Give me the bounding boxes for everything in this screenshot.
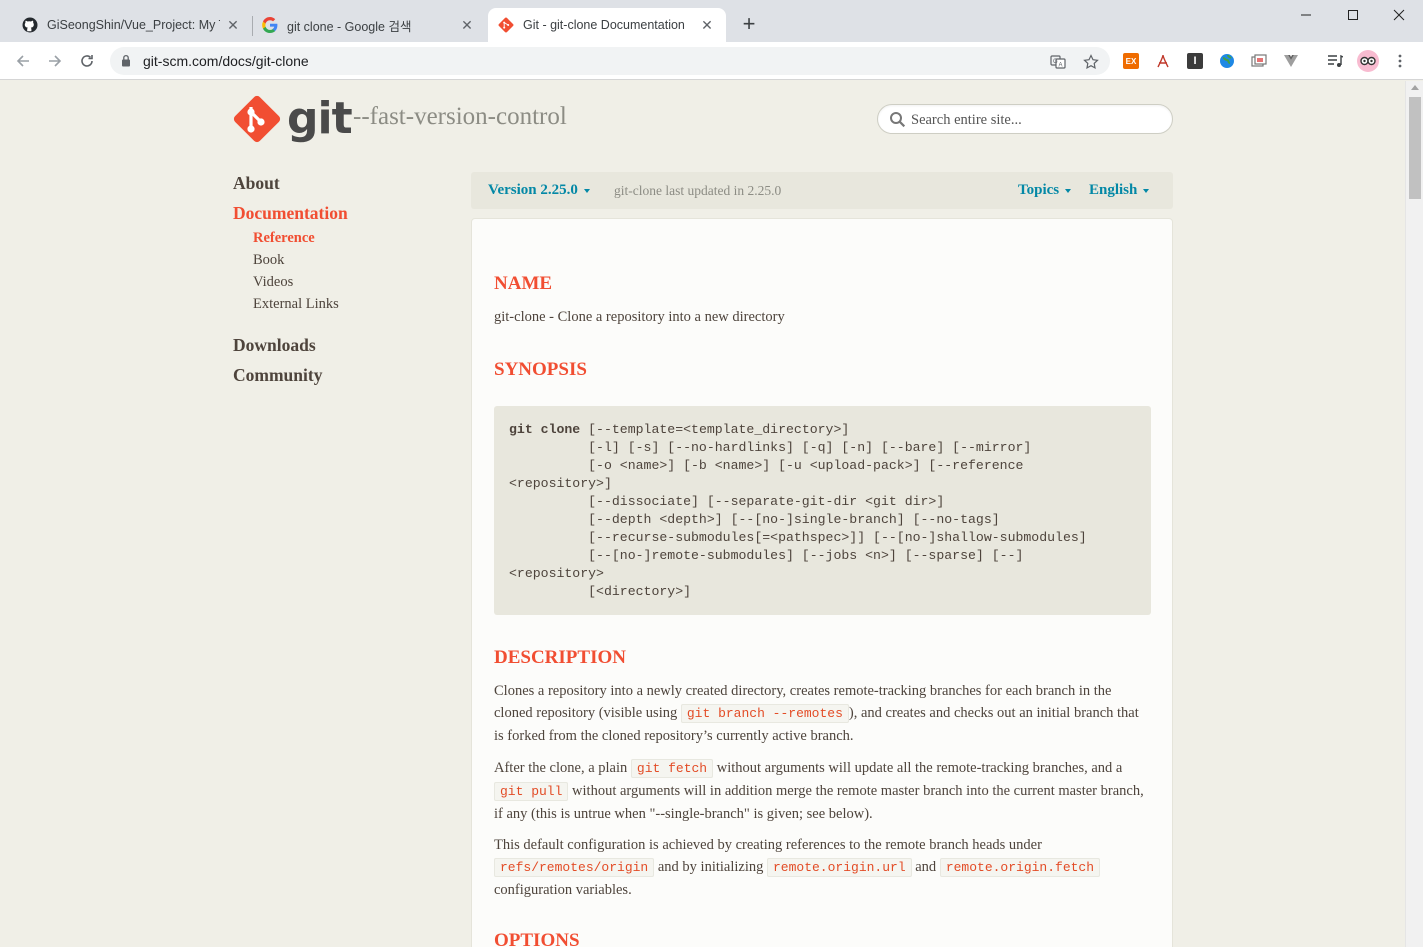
page-scrollbar[interactable] xyxy=(1405,81,1423,947)
site-search-input[interactable]: Search entire site... xyxy=(877,104,1173,134)
sidebar-item-about[interactable]: About xyxy=(233,173,280,194)
lock-icon xyxy=(121,54,131,72)
maximize-button[interactable] xyxy=(1330,0,1376,30)
topics-dropdown[interactable]: Topics xyxy=(1018,182,1072,199)
paragraph-text: configuration variables. xyxy=(494,882,632,898)
git-logo-icon xyxy=(233,95,281,143)
caret-down-icon xyxy=(1143,188,1150,193)
reload-icon xyxy=(81,55,93,67)
sidebar-item-downloads[interactable]: Downloads xyxy=(233,335,316,356)
media-control-icon[interactable] xyxy=(1327,53,1343,69)
search-placeholder: Search entire site... xyxy=(911,112,1022,128)
back-button[interactable] xyxy=(11,49,35,73)
extension-ex-icon[interactable]: EX xyxy=(1123,53,1139,69)
forward-button[interactable] xyxy=(43,49,67,73)
paragraph-text: without arguments will in addition merge… xyxy=(494,783,1144,822)
synopsis-code-block: git clone [--template=<template_director… xyxy=(494,406,1151,615)
last-updated-text: git-clone last updated in 2.25.0 xyxy=(614,183,782,198)
address-bar[interactable]: git-scm.com/docs/git-clone GA xyxy=(110,47,1110,75)
section-heading-synopsis: SYNOPSIS xyxy=(494,359,587,380)
sidebar-item-book[interactable]: Book xyxy=(253,252,284,269)
arrow-right-icon xyxy=(49,55,62,67)
inline-code: git branch --remotes xyxy=(680,704,849,723)
description-paragraph-2: After the clone, a plain git fetch witho… xyxy=(494,757,1144,825)
close-window-icon xyxy=(1393,9,1405,21)
language-label: English xyxy=(1089,182,1138,198)
tab-title: GiSeongShin/Vue_Project: My To xyxy=(47,18,220,32)
description-paragraph-3: This default configuration is achieved b… xyxy=(494,834,1144,901)
paragraph-text: After the clone, a plain xyxy=(494,760,631,776)
tab-title: Git - git-clone Documentation xyxy=(523,18,685,32)
version-bar: Version 2.25.0 git-clone last updated in… xyxy=(471,172,1173,209)
tab-github[interactable]: GiSeongShin/Vue_Project: My To ✕ xyxy=(12,8,252,42)
translate-icon[interactable]: GA xyxy=(1049,53,1067,71)
description-paragraph-1: Clones a repository into a newly created… xyxy=(494,680,1144,747)
star-icon[interactable] xyxy=(1082,53,1100,71)
profile-avatar[interactable] xyxy=(1357,50,1379,72)
paragraph-text: and xyxy=(911,859,940,875)
inline-code: remote.origin.url xyxy=(767,858,912,877)
section-heading-description: DESCRIPTION xyxy=(494,647,626,668)
topics-label: Topics xyxy=(1018,182,1060,198)
version-dropdown[interactable]: Version 2.25.0 xyxy=(488,182,590,199)
name-description: git-clone - Clone a repository into a ne… xyxy=(494,309,785,325)
url-text: git-scm.com/docs/git-clone xyxy=(143,53,309,69)
reload-button[interactable] xyxy=(75,49,99,73)
globe-extension-icon[interactable] xyxy=(1219,53,1235,69)
section-heading-name: NAME xyxy=(494,273,553,294)
svg-text:A: A xyxy=(1059,63,1063,69)
version-label: Version 2.25.0 xyxy=(488,182,578,198)
menu-kebab-icon[interactable] xyxy=(1392,53,1408,69)
minimize-icon xyxy=(1301,14,1311,16)
tab-title: git clone - Google 검색 xyxy=(287,19,412,34)
close-icon[interactable]: ✕ xyxy=(458,16,476,34)
maximize-icon xyxy=(1348,10,1358,20)
close-icon[interactable]: ✕ xyxy=(698,16,716,34)
inline-code: refs/remotes/origin xyxy=(494,858,655,877)
minimize-button[interactable] xyxy=(1283,0,1329,30)
git-logo[interactable]: git xyxy=(233,93,353,144)
tab-google[interactable]: git clone - Google 검색 ✕ xyxy=(252,8,486,42)
sidebar-item-videos[interactable]: Videos xyxy=(253,274,293,291)
sidebar-item-reference[interactable]: Reference xyxy=(253,230,315,247)
inline-code: git pull xyxy=(494,782,569,801)
inline-code: git fetch xyxy=(630,759,714,778)
paragraph-text: and by initializing xyxy=(654,859,767,875)
new-tab-button[interactable]: + xyxy=(737,13,761,37)
tab-git-docs[interactable]: Git - git-clone Documentation ✕ xyxy=(488,8,726,42)
search-icon xyxy=(889,111,906,133)
sidebar-item-external-links[interactable]: External Links xyxy=(253,296,339,313)
paragraph-text: without arguments will update all the re… xyxy=(713,760,1123,776)
page-viewport: git --fast-version-control Search entire… xyxy=(0,81,1405,947)
git-wordmark: git xyxy=(287,93,353,144)
inline-code: remote.origin.fetch xyxy=(939,858,1101,877)
scrollbar-thumb[interactable] xyxy=(1409,97,1421,199)
github-icon xyxy=(22,17,38,33)
paragraph-text: This default configuration is achieved b… xyxy=(494,837,1042,853)
svg-text:G: G xyxy=(1053,59,1058,65)
window-extension-icon[interactable] xyxy=(1251,53,1267,69)
language-dropdown[interactable]: English xyxy=(1089,182,1150,199)
doc-content: NAME git-clone - Clone a repository into… xyxy=(471,218,1173,947)
arrow-left-icon xyxy=(16,55,29,67)
caret-down-icon xyxy=(1065,188,1072,193)
scroll-up-icon[interactable] xyxy=(1411,85,1419,90)
close-icon[interactable]: ✕ xyxy=(224,16,242,34)
synopsis-command: git clone xyxy=(509,422,581,437)
close-window-button[interactable] xyxy=(1376,0,1422,30)
google-icon xyxy=(262,17,278,33)
glasses-icon xyxy=(1360,56,1376,66)
pdf-extension-icon[interactable] xyxy=(1155,53,1171,69)
site-tagline: --fast-version-control xyxy=(353,103,567,130)
sidebar-item-community[interactable]: Community xyxy=(233,365,322,386)
caret-down-icon xyxy=(583,188,590,193)
git-icon xyxy=(498,17,514,33)
browser-toolbar: git-scm.com/docs/git-clone GA EX I xyxy=(0,42,1423,80)
sidebar-item-documentation[interactable]: Documentation xyxy=(233,203,348,224)
section-heading-options: OPTIONS xyxy=(494,930,580,947)
extension-i-icon[interactable]: I xyxy=(1187,53,1203,69)
vue-devtools-icon[interactable] xyxy=(1283,53,1299,69)
tab-strip: GiSeongShin/Vue_Project: My To ✕ git clo… xyxy=(0,0,1423,42)
synopsis-options: [--template=<template_directory>] [-l] [… xyxy=(509,422,1087,599)
